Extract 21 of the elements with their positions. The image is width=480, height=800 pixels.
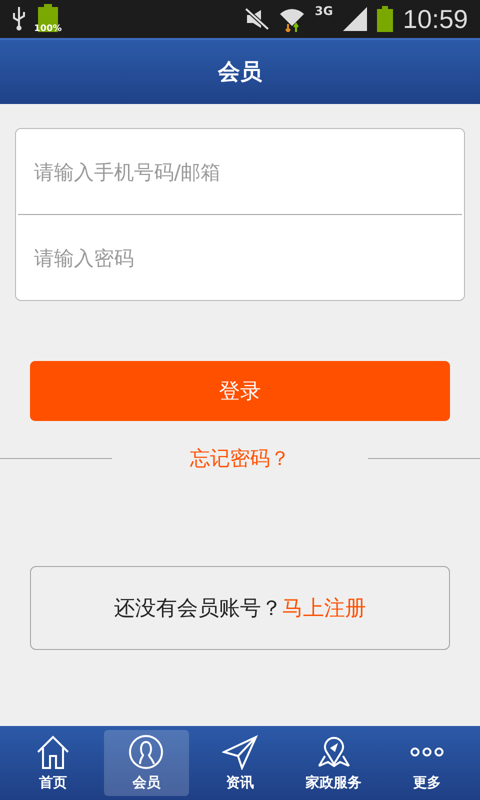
register-prompt: 还没有会员账号？ [114, 595, 282, 622]
wifi-icon [278, 6, 305, 32]
map-pin-icon [316, 734, 352, 770]
more-icon [410, 747, 444, 757]
nav-tab[interactable]: 家政服务 [290, 730, 376, 796]
home-icon [34, 734, 71, 770]
battery-icon [376, 6, 393, 32]
paper-plane-icon [222, 734, 258, 770]
login-fields[interactable]: 请输入手机号码/邮箱 请输入密码 [15, 128, 465, 301]
page-title: 会员 [218, 59, 262, 87]
usb-icon [12, 7, 26, 31]
user-icon [128, 734, 164, 770]
nav-tab[interactable]: 资讯 [197, 730, 283, 796]
clock: 10:59 [402, 4, 468, 34]
nav-tab[interactable]: 更多 [384, 730, 470, 796]
signal-icon [342, 7, 367, 31]
nav-tab[interactable]: 会员 [104, 730, 190, 796]
battery-percent: 100% [34, 24, 62, 34]
nav-tab[interactable]: 首页 [10, 730, 96, 796]
mute-icon [244, 8, 269, 30]
network-type: 3G [314, 4, 333, 18]
